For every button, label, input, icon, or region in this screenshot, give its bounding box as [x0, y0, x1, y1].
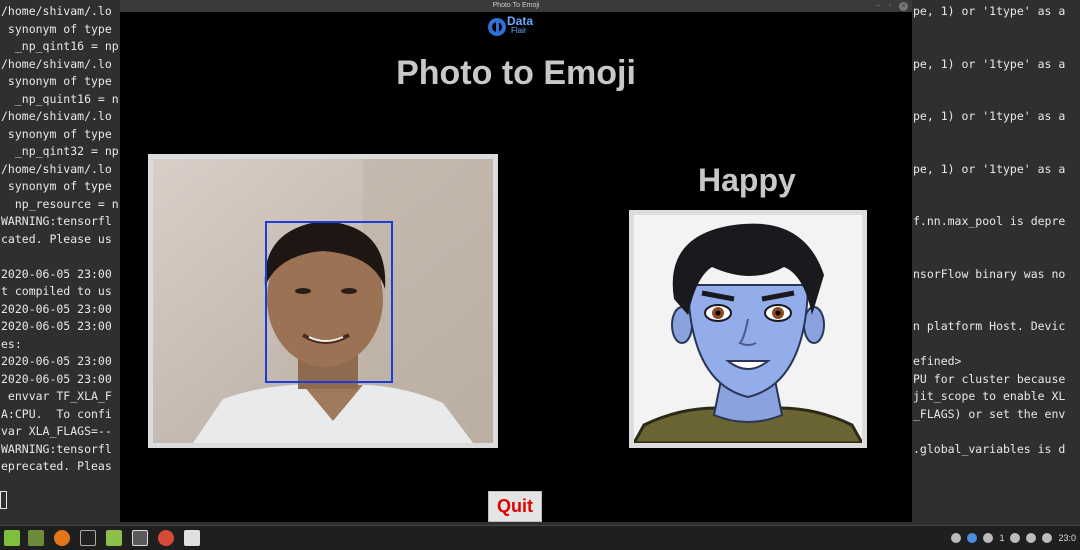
taskbar: 1 23:0	[0, 525, 1080, 550]
terminal-line: efined>	[913, 354, 962, 368]
terminal-line: f.nn.max_pool is depre	[913, 214, 1066, 228]
terminal-line: 2020-06-05 23:00	[1, 266, 112, 281]
emoji-frame	[629, 210, 867, 448]
quit-button[interactable]: Quit	[488, 491, 542, 522]
files-icon[interactable]	[106, 530, 122, 546]
terminal-line: pe, 1) or '1type' as a	[913, 56, 1066, 71]
window-titlebar[interactable]: Photo To Emoji – ▫ ×	[120, 0, 912, 12]
terminal-line: .global_variables is d	[913, 441, 1066, 456]
terminal-line: pe, 1) or '1type' as a	[913, 161, 1066, 176]
volume-icon[interactable]	[1026, 533, 1037, 543]
terminal-line: _np_quint16 = n	[1, 91, 119, 106]
maximize-icon[interactable]: ▫	[889, 0, 891, 12]
clock: 23:0	[1058, 533, 1076, 543]
terminal-line: t compiled to us	[1, 284, 112, 298]
wifi-icon[interactable]	[1010, 533, 1021, 543]
terminal-line: 2020-06-05 23:00	[1, 371, 112, 386]
happy-avatar-image	[634, 215, 862, 443]
photo-to-emoji-window: Photo To Emoji – ▫ × Data Flair Photo to…	[120, 0, 912, 522]
terminal-line: _np_qint32 = np	[1, 144, 119, 158]
terminal-line: synonym of type	[1, 126, 112, 141]
window-title: Photo To Emoji	[492, 2, 540, 9]
terminal-line: WARNING:tensorfl	[1, 441, 112, 456]
terminal-line: WARNING:tensorfl	[1, 214, 112, 228]
terminal-line: 2020-06-05 23:00	[1, 354, 112, 368]
app-window-icon[interactable]	[184, 530, 200, 546]
terminal-line: envvar TF_XLA_F	[1, 389, 112, 403]
terminal-line: np_resource = n	[1, 196, 119, 211]
system-tray: 1 23:0	[951, 530, 1076, 546]
terminal-line: synonym of type	[1, 21, 112, 36]
terminal-icon[interactable]	[80, 530, 96, 546]
terminal-line: A:CPU. To confi	[1, 406, 112, 421]
emotion-label: Happy	[698, 162, 796, 198]
terminal-line: _FLAGS) or set the env	[913, 406, 1066, 421]
face-detection-box	[265, 221, 393, 383]
terminal-line: PU for cluster because	[913, 371, 1066, 386]
chrome-icon[interactable]	[158, 530, 174, 546]
terminal-line: jit_scope to enable XL	[913, 389, 1066, 403]
notification-count: 1	[999, 533, 1005, 543]
terminal-line: eprecated. Pleas	[1, 459, 112, 473]
terminal-line: cated. Please us	[1, 231, 112, 246]
terminal-line: 2020-06-05 23:00	[1, 301, 112, 316]
terminal-line: var XLA_FLAGS=--	[1, 424, 112, 438]
terminal-line: /home/shivam/.lo	[1, 56, 112, 71]
terminal-line: n platform Host. Devic	[913, 319, 1066, 333]
show-desktop-icon[interactable]	[28, 530, 44, 546]
webcam-photo-frame	[148, 154, 498, 448]
terminal-line: /home/shivam/.lo	[1, 4, 112, 18]
terminal-line: nsorFlow binary was no	[913, 266, 1066, 281]
emoji-avatar	[634, 215, 862, 443]
terminal-line: synonym of type	[1, 179, 112, 193]
terminal-line: es:	[1, 336, 22, 351]
mint-menu-icon[interactable]	[4, 530, 20, 546]
dataflair-logo: Data Flair	[487, 14, 547, 40]
logo-text-flair: Flair	[511, 26, 527, 35]
terminal-line: /home/shivam/.lo	[1, 109, 112, 123]
battery-icon[interactable]	[1042, 533, 1053, 543]
terminal-line: /home/shivam/.lo	[1, 161, 112, 176]
terminal-line: synonym of type	[1, 74, 112, 88]
terminal-line: pe, 1) or '1type' as a	[913, 109, 1066, 123]
sublime-text-icon[interactable]	[132, 530, 148, 546]
minimize-icon[interactable]: –	[877, 0, 881, 12]
webcam-photo	[153, 159, 493, 443]
page-title: Photo to Emoji	[396, 54, 636, 92]
dropbox-icon[interactable]	[967, 533, 978, 543]
terminal-cursor	[0, 491, 7, 509]
terminal-line: pe, 1) or '1type' as a	[913, 4, 1066, 18]
firefox-icon[interactable]	[54, 530, 70, 546]
bluetooth-icon[interactable]	[983, 533, 994, 543]
close-icon[interactable]: ×	[899, 1, 908, 11]
terminal-line: 2020-06-05 23:00	[1, 319, 112, 333]
terminal-line: _np_qint16 = np	[1, 39, 119, 53]
network-icon[interactable]	[951, 533, 962, 543]
dataflair-logo-icon	[488, 18, 506, 36]
